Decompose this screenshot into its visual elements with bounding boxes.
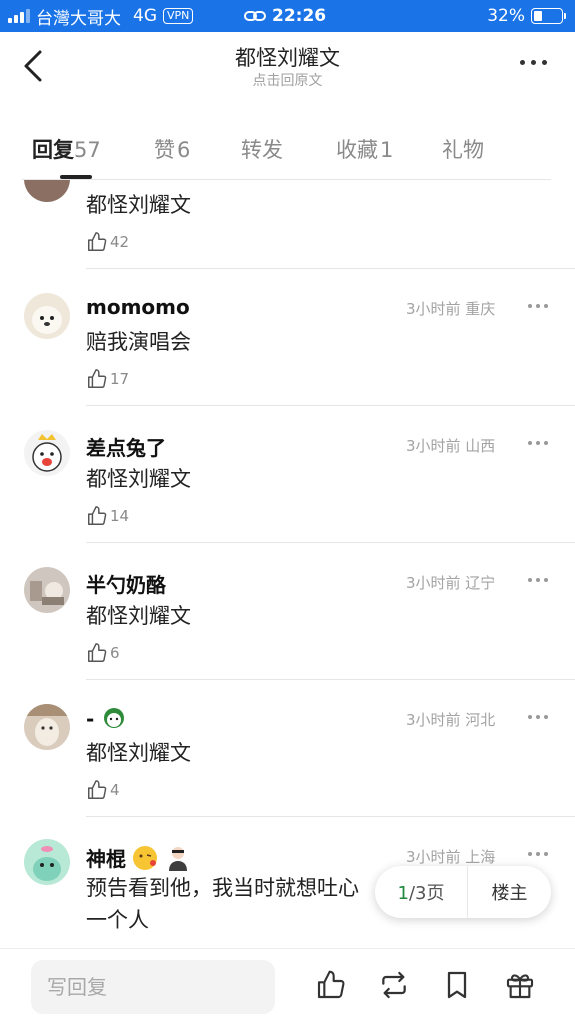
tab-label: 回复 (32, 138, 74, 162)
page-title: 都怪刘耀文 (235, 46, 340, 70)
like-count: 4 (110, 781, 120, 799)
like-button[interactable]: 42 (86, 231, 129, 253)
username-row[interactable]: - (86, 706, 126, 732)
comment-more-icon[interactable] (528, 441, 548, 445)
comment-meta: 3小时前 重庆 (406, 300, 496, 318)
tab-count: 1 (380, 138, 394, 162)
avatar[interactable] (24, 430, 70, 476)
avatar[interactable] (24, 704, 70, 750)
like-button[interactable]: 14 (86, 505, 129, 527)
comment-more-icon[interactable] (528, 715, 548, 719)
comment-more-icon[interactable] (528, 578, 548, 582)
battery-percent: 32% (487, 6, 525, 26)
tab-count: 6 (177, 138, 191, 162)
divider (86, 679, 575, 680)
avatar[interactable] (24, 839, 70, 885)
like-count: 6 (110, 644, 120, 662)
divider (86, 268, 575, 269)
thumbs-up-icon[interactable] (315, 969, 347, 1001)
comment-more-icon[interactable] (528, 304, 548, 308)
total-pages: /3页 (408, 883, 445, 904)
thumbs-up-icon (88, 780, 107, 799)
signal-icon (8, 9, 30, 23)
tab-label: 转发 (241, 138, 283, 162)
tab-label: 赞 (154, 138, 175, 162)
like-count: 14 (110, 507, 130, 525)
divider (86, 405, 575, 406)
like-count: 42 (110, 233, 130, 251)
avatar[interactable] (24, 180, 70, 202)
back-to-original-link[interactable]: 点击回原文 (0, 70, 575, 90)
tab-gifts[interactable]: 礼物 (442, 134, 484, 164)
username-row[interactable]: 神棍 (86, 843, 192, 872)
carrier-label: 台灣大哥大 (36, 8, 121, 29)
thumbs-up-icon (88, 506, 107, 525)
tab-bar: 回复57 赞6 转发 收藏1 礼物 (0, 118, 575, 180)
comment-meta: 3小时前 河北 (406, 711, 496, 729)
username[interactable]: 差点兔了 (86, 432, 166, 461)
page-navigator[interactable]: 1/3页 楼主 (375, 866, 551, 918)
thumbs-up-icon (88, 369, 107, 388)
page-indicator[interactable]: 1/3页 (375, 879, 467, 905)
tab-label: 礼物 (442, 138, 484, 162)
tab-reposts[interactable]: 转发 (241, 134, 283, 164)
kissing-face-icon (133, 845, 157, 870)
gift-icon[interactable] (504, 969, 536, 1001)
owner-only-button[interactable]: 楼主 (468, 879, 551, 905)
tab-favorites[interactable]: 收藏1 (336, 134, 393, 164)
like-button[interactable]: 4 (86, 779, 120, 801)
comment-list: 都怪刘耀文 42 momomo 3小时前 重庆 赔我演唱会 17 差点兔了 3小… (0, 180, 575, 950)
repost-icon[interactable] (378, 969, 410, 1001)
comment-text: 赔我演唱会 (86, 330, 191, 354)
comment-meta: 3小时前 上海 (406, 848, 496, 866)
battery-icon (531, 8, 566, 24)
more-menu-icon[interactable] (520, 60, 547, 65)
avatar[interactable] (24, 567, 70, 613)
reply-input[interactable]: 写回复 (31, 960, 275, 1014)
avatar[interactable] (24, 293, 70, 339)
tab-count: 57 (74, 138, 101, 162)
comment-meta: 3小时前 山西 (406, 437, 496, 455)
comment-text: 都怪刘耀文 (86, 741, 191, 765)
thumbs-up-icon (88, 232, 107, 251)
divider (86, 816, 575, 817)
comment-text: 都怪刘耀文 (86, 467, 191, 491)
bottom-action-bar: 写回复 (0, 948, 575, 1024)
person-emoji-icon (169, 846, 187, 871)
vpn-badge: VPN (163, 8, 194, 24)
username[interactable]: momomo (86, 295, 190, 319)
current-page: 1 (397, 883, 409, 904)
divider (86, 542, 575, 543)
clock: 22:26 (272, 6, 327, 26)
comment-meta: 3小时前 辽宁 (406, 574, 496, 592)
network-label: 4G (133, 6, 157, 26)
comment-text: 都怪刘耀文 (86, 193, 191, 217)
comment-more-icon[interactable] (528, 852, 548, 856)
username[interactable]: 神棍 (86, 843, 126, 872)
nav-bar: 都怪刘耀文 点击回原文 (0, 32, 575, 102)
status-bar: 台灣大哥大 4G VPN 22:26 32% (0, 0, 575, 32)
user-emoji-icon (104, 708, 125, 728)
like-button[interactable]: 17 (86, 368, 129, 390)
link-icon (244, 11, 266, 21)
tab-likes[interactable]: 赞6 (154, 134, 190, 164)
thumbs-up-icon (88, 643, 107, 662)
username[interactable]: - (86, 707, 94, 731)
tab-label: 收藏 (336, 138, 378, 162)
username[interactable]: 半勺奶酪 (86, 569, 166, 598)
bookmark-icon[interactable] (441, 969, 473, 1001)
comment-text: 都怪刘耀文 (86, 604, 191, 628)
comment-text: 预告看到他，我当时就想吐心一个人 (86, 876, 359, 932)
like-button[interactable]: 6 (86, 642, 120, 664)
tab-replies[interactable]: 回复57 (32, 134, 101, 164)
like-count: 17 (110, 370, 130, 388)
